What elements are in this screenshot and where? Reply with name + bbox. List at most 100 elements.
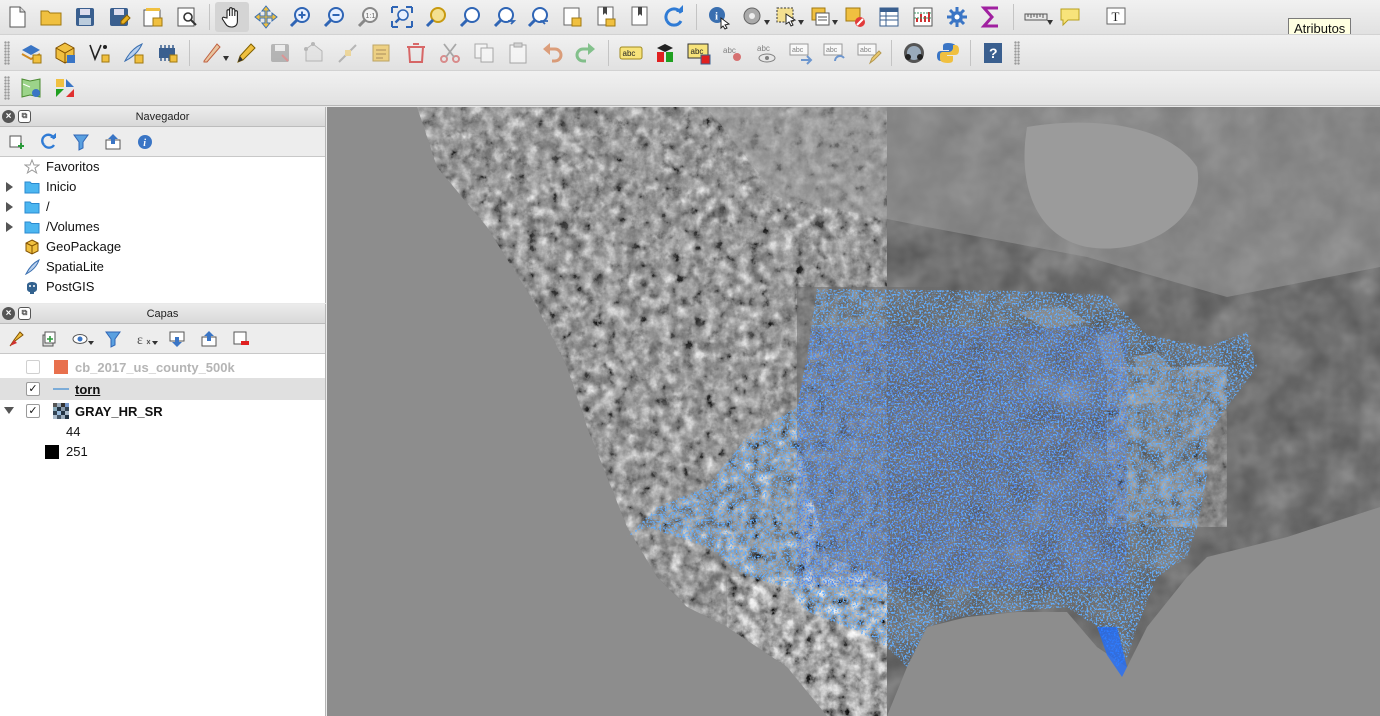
add-group-icon[interactable] [34,326,64,352]
new-project-icon[interactable] [0,2,34,32]
filter-icon[interactable] [66,129,96,155]
vertex-tool-icon[interactable] [331,38,365,68]
zoom-last-icon[interactable] [487,2,521,32]
open-project-icon[interactable] [34,2,68,32]
collapse-all-icon[interactable] [194,326,224,352]
zoom-native-icon[interactable]: 1:1 [351,2,385,32]
layer-visibility-checkbox[interactable]: ✓ [26,382,40,396]
expand-arrow-icon[interactable] [6,202,13,212]
identify-icon[interactable]: i [702,2,736,32]
georeferencer-icon[interactable] [14,73,48,103]
field-calculator-icon[interactable] [906,2,940,32]
filter-by-expression-icon[interactable]: ε [130,326,160,352]
undo-icon[interactable] [535,38,569,68]
browser-item-geopackage[interactable]: GeoPackage [0,237,325,257]
browser-item-favoritos[interactable]: Favoritos [0,157,325,177]
select-by-value-icon[interactable] [804,2,838,32]
browser-item-root[interactable]: / [0,197,325,217]
show-bookmarks-icon[interactable] [589,2,623,32]
browser-item-volumes[interactable]: /Volumes [0,217,325,237]
new-temp-layer-icon[interactable] [150,38,184,68]
text-annotation-icon[interactable]: T [1099,2,1133,32]
add-selected-layers-icon[interactable] [2,129,32,155]
pin-label-icon[interactable]: abc [716,38,750,68]
python-console-icon[interactable] [897,38,931,68]
statistics-icon[interactable] [974,2,1008,32]
modify-attributes-icon[interactable] [365,38,399,68]
pan-to-selection-icon[interactable] [249,2,283,32]
highlight-label-icon[interactable]: abc [682,38,716,68]
help-icon[interactable]: ? [976,38,1010,68]
float-panel-icon[interactable]: ⧉ [18,307,31,320]
new-map-view-icon[interactable] [623,2,657,32]
toolbar-grip[interactable] [1014,40,1020,65]
measure-icon[interactable] [1019,2,1053,32]
current-edits-icon[interactable] [195,38,229,68]
toggle-editing-icon[interactable] [229,38,263,68]
new-shapefile-icon[interactable] [116,38,150,68]
browser-item-spatialite[interactable]: SpatiaLite [0,257,325,277]
manage-visibility-icon[interactable] [66,326,96,352]
map-tips-icon[interactable] [1053,2,1087,32]
paste-features-icon[interactable] [501,38,535,68]
label-toolbar-icon[interactable]: abc [614,38,648,68]
diagram-icon[interactable] [648,38,682,68]
zoom-in-icon[interactable] [283,2,317,32]
add-feature-icon[interactable] [297,38,331,68]
layout-manager-icon[interactable] [170,2,204,32]
move-label-icon[interactable]: abc [784,38,818,68]
float-panel-icon[interactable]: ⧉ [18,110,31,123]
select-features-icon[interactable] [770,2,804,32]
rotate-label-icon[interactable]: abc [818,38,852,68]
properties-icon[interactable]: i [130,129,160,155]
layer-row-torn[interactable]: ✓ torn [0,378,325,400]
pan-map-icon[interactable] [215,2,249,32]
new-bookmark-icon[interactable] [555,2,589,32]
layer-row-county[interactable]: cb_2017_us_county_500k [0,356,325,378]
expand-arrow-icon[interactable] [6,222,13,232]
map-canvas[interactable] [327,107,1380,716]
collapse-arrow-icon[interactable] [4,407,14,414]
processing-icon[interactable] [48,73,82,103]
cut-features-icon[interactable] [433,38,467,68]
deselect-icon[interactable] [838,2,872,32]
close-panel-icon[interactable]: × [2,110,15,123]
save-edits-icon[interactable] [263,38,297,68]
layer-row-gray-hr-sr[interactable]: ✓ GRAY_HR_SR [0,400,325,422]
show-hide-labels-icon[interactable]: abc [750,38,784,68]
add-vector-layer-icon[interactable] [14,38,48,68]
filter-legend-icon[interactable] [98,326,128,352]
zoom-to-selection-icon[interactable] [419,2,453,32]
zoom-next-icon[interactable] [521,2,555,32]
attribute-table-icon[interactable] [872,2,906,32]
layer-visibility-checkbox[interactable] [26,360,40,374]
layer-visibility-checkbox[interactable]: ✓ [26,404,40,418]
add-spatialite-icon[interactable] [48,38,82,68]
change-label-icon[interactable]: abc [852,38,886,68]
close-panel-icon[interactable]: × [2,307,15,320]
refresh-icon[interactable] [34,129,64,155]
copy-features-icon[interactable] [467,38,501,68]
toolbar-grip[interactable] [4,76,10,100]
delete-selected-icon[interactable] [399,38,433,68]
zoom-full-icon[interactable] [385,2,419,32]
expand-all-icon[interactable] [162,326,192,352]
collapse-all-icon[interactable] [98,129,128,155]
refresh-icon[interactable] [657,2,691,32]
save-as-icon[interactable] [102,2,136,32]
toolbox-icon[interactable] [940,2,974,32]
redo-icon[interactable] [569,38,603,68]
layer-styling-icon[interactable] [2,326,32,352]
save-project-icon[interactable] [68,2,102,32]
toolbar-grip[interactable] [4,40,10,65]
zoom-to-layer-icon[interactable] [453,2,487,32]
zoom-out-icon[interactable] [317,2,351,32]
browser-item-inicio[interactable]: Inicio [0,177,325,197]
browser-item-postgis[interactable]: PostGIS [0,277,325,297]
run-action-icon[interactable] [736,2,770,32]
add-raster-icon[interactable] [82,38,116,68]
remove-layer-icon[interactable] [226,326,256,352]
expand-arrow-icon[interactable] [6,182,13,192]
python-icon[interactable] [931,38,965,68]
new-print-layout-icon[interactable] [136,2,170,32]
